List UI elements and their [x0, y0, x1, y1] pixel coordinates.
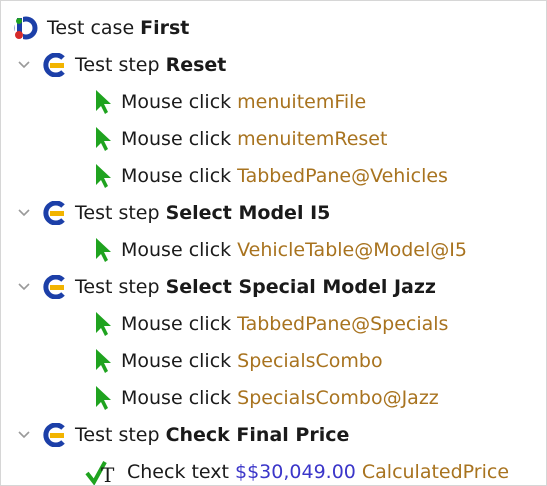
mouse-click-icon: [93, 126, 113, 152]
tree-node-mouse-click[interactable]: Mouse click SpecialsCombo: [93, 342, 383, 379]
chevron-down-icon[interactable]: [17, 280, 31, 294]
node-kind: Test step: [75, 275, 160, 298]
tree-node-mouse-click[interactable]: Mouse click SpecialsCombo@Jazz: [93, 379, 439, 416]
test-step-icon: [41, 274, 67, 299]
node-kind: Mouse click: [121, 127, 232, 150]
action-target: TabbedPane@Specials: [237, 312, 449, 335]
node-kind: Mouse click: [121, 386, 232, 409]
mouse-click-icon: [93, 163, 113, 189]
svg-text:T: T: [101, 463, 115, 486]
test-step-icon: [41, 422, 67, 447]
mouse-click-icon: [93, 89, 113, 115]
node-kind: Test step: [75, 423, 160, 446]
node-kind: Test step: [75, 53, 160, 76]
action-target: TabbedPane@Vehicles: [237, 164, 448, 187]
node-kind: Test step: [75, 201, 160, 224]
test-case-icon: [13, 15, 39, 41]
tree-node-mouse-click[interactable]: Mouse click TabbedPane@Vehicles: [93, 157, 448, 194]
action-target: SpecialsCombo@Jazz: [237, 386, 439, 409]
node-kind: Mouse click: [121, 90, 232, 113]
test-step-icon: [41, 52, 67, 77]
tree-node-mouse-click[interactable]: Mouse click menuitemFile: [93, 83, 366, 120]
action-target: VehicleTable@Model@I5: [237, 238, 467, 261]
action-target: SpecialsCombo: [237, 349, 383, 372]
node-kind: Mouse click: [121, 312, 232, 335]
test-step-name: Reset: [165, 53, 227, 76]
tree-node-check-text[interactable]: T Check text $$30,049.00 CalculatedPrice: [85, 453, 510, 486]
action-target: CalculatedPrice: [361, 460, 510, 483]
test-step-icon: [41, 200, 67, 225]
node-kind: Mouse click: [121, 164, 232, 187]
node-kind: Mouse click: [121, 349, 232, 372]
tree-node-test-case[interactable]: Test case First: [13, 9, 189, 46]
test-tree: Test case First Test step Reset Mouse cl…: [0, 0, 547, 486]
node-kind: Test case: [47, 16, 135, 39]
test-step-name: Check Final Price: [165, 423, 350, 446]
test-step-name: Select Model I5: [165, 201, 331, 224]
mouse-click-icon: [93, 237, 113, 263]
tree-node-mouse-click[interactable]: Mouse click VehicleTable@Model@I5: [93, 231, 467, 268]
node-kind: Check text: [127, 460, 229, 483]
chevron-down-icon[interactable]: [17, 428, 31, 442]
test-case-name: First: [140, 16, 190, 39]
tree-node-test-step-select-special[interactable]: Test step Select Special Model Jazz: [17, 268, 436, 305]
mouse-click-icon: [93, 385, 113, 411]
tree-node-test-step-reset[interactable]: Test step Reset: [17, 46, 226, 83]
check-text-icon: T: [85, 458, 119, 486]
chevron-down-icon[interactable]: [17, 206, 31, 220]
tree-node-test-step-check-price[interactable]: Test step Check Final Price: [17, 416, 349, 453]
node-kind: Mouse click: [121, 238, 232, 261]
test-step-name: Select Special Model Jazz: [165, 275, 436, 298]
chevron-down-icon[interactable]: [17, 58, 31, 72]
mouse-click-icon: [93, 311, 113, 337]
tree-node-test-step-select-model[interactable]: Test step Select Model I5: [17, 194, 330, 231]
check-value: $$30,049.00: [235, 460, 356, 483]
mouse-click-icon: [93, 348, 113, 374]
tree-node-mouse-click[interactable]: Mouse click TabbedPane@Specials: [93, 305, 448, 342]
action-target: menuitemReset: [237, 127, 388, 150]
action-target: menuitemFile: [237, 90, 367, 113]
tree-node-mouse-click[interactable]: Mouse click menuitemReset: [93, 120, 387, 157]
